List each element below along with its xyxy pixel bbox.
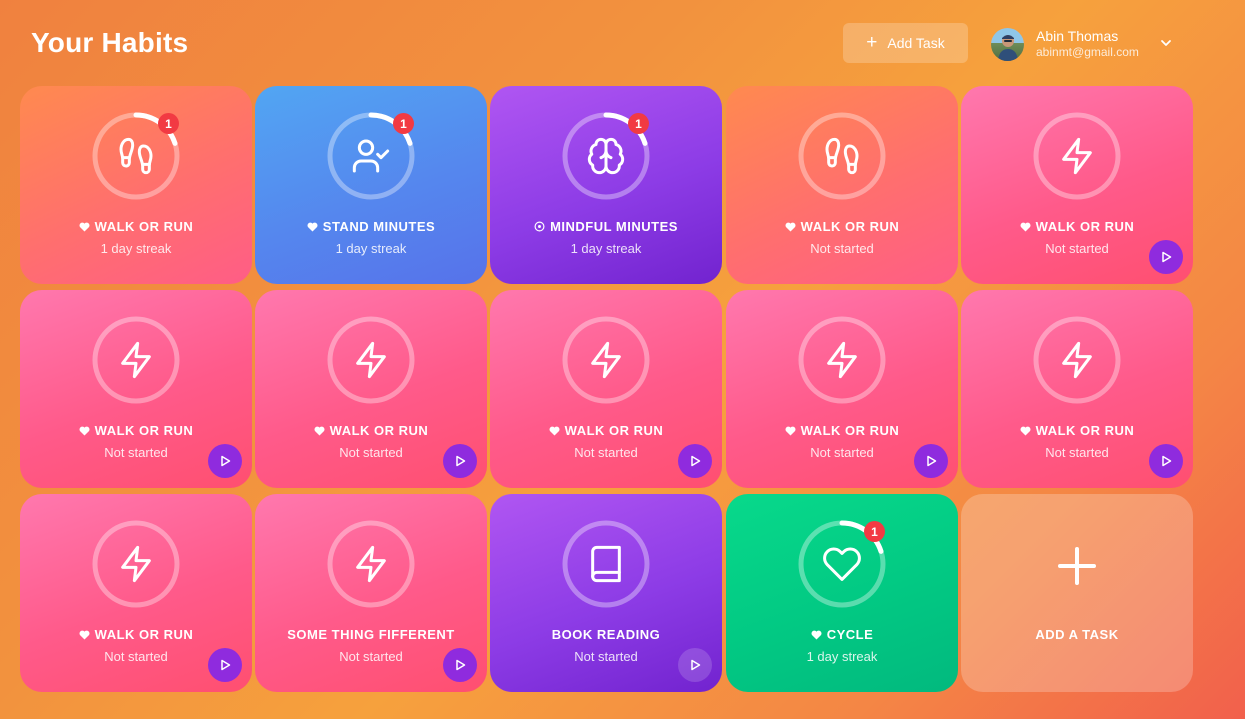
add-task-label: Add Task bbox=[887, 35, 945, 51]
play-button[interactable] bbox=[678, 444, 712, 478]
avatar bbox=[991, 27, 1024, 61]
heart-icon bbox=[79, 426, 90, 436]
user-email: abinmt@gmail.com bbox=[1036, 45, 1139, 59]
habit-card-walk-or-run[interactable]: WALK OR RUN Not started bbox=[20, 290, 252, 488]
habit-card-walk-or-run[interactable]: WALK OR RUN Not started bbox=[490, 290, 722, 488]
user-check-icon bbox=[352, 139, 390, 173]
user-name: Abin Thomas bbox=[1036, 28, 1119, 44]
plus-icon: + bbox=[866, 31, 878, 53]
play-icon bbox=[221, 455, 231, 467]
play-icon bbox=[1162, 455, 1172, 467]
habit-card-walk-or-run[interactable]: 1 WALK OR RUN 1 day streak bbox=[20, 86, 252, 284]
play-button[interactable] bbox=[208, 444, 242, 478]
habit-label: WALK OR RUN bbox=[94, 423, 194, 438]
play-button[interactable] bbox=[1149, 444, 1183, 478]
play-button[interactable] bbox=[443, 648, 477, 682]
footsteps-icon bbox=[825, 137, 859, 175]
play-button[interactable] bbox=[443, 444, 477, 478]
heart-icon bbox=[1020, 426, 1031, 436]
habit-label: BOOK READING bbox=[551, 627, 661, 642]
habit-card-walk-or-run[interactable]: WALK OR RUN Not started bbox=[255, 290, 487, 488]
habit-card-walk-or-run[interactable]: WALK OR RUN Not started bbox=[961, 86, 1193, 284]
page-title: Your Habits bbox=[31, 27, 189, 58]
streak-badge: 1 bbox=[158, 113, 179, 134]
user-menu[interactable]: Abin Thomas abinmt@gmail.com bbox=[991, 26, 1181, 62]
habit-card-walk-or-run[interactable]: WALK OR RUN Not started bbox=[20, 494, 252, 692]
habit-card-walk-or-run[interactable]: WALK OR RUN Not started bbox=[961, 290, 1193, 488]
habit-label: WALK OR RUN bbox=[1035, 219, 1135, 234]
add-a-task-label: ADD A TASK bbox=[1035, 627, 1119, 642]
heart-icon bbox=[811, 630, 822, 640]
habit-label: WALK OR RUN bbox=[564, 423, 664, 438]
heart-icon bbox=[79, 630, 90, 640]
target-icon bbox=[534, 221, 545, 232]
lightning-icon bbox=[121, 545, 151, 583]
habit-card-stand-minutes[interactable]: 1 STAND MINUTES 1 day streak bbox=[255, 86, 487, 284]
heart-icon bbox=[1020, 222, 1031, 232]
habit-label: SOME THING FIFFERENT bbox=[287, 627, 455, 642]
habit-card-book-reading[interactable]: BOOK READING Not started bbox=[490, 494, 722, 692]
lightning-icon bbox=[121, 341, 151, 379]
habit-label: WALK OR RUN bbox=[800, 423, 900, 438]
play-icon bbox=[927, 455, 937, 467]
play-icon bbox=[691, 659, 701, 671]
heart-icon bbox=[79, 222, 90, 232]
play-button[interactable] bbox=[208, 648, 242, 682]
lightning-icon bbox=[1062, 137, 1092, 175]
play-icon bbox=[456, 455, 466, 467]
heart-icon bbox=[785, 222, 796, 232]
streak-badge: 1 bbox=[393, 113, 414, 134]
footsteps-icon bbox=[119, 137, 153, 175]
heart-icon bbox=[307, 222, 318, 232]
lightning-icon bbox=[591, 341, 621, 379]
habit-label: MINDFUL MINUTES bbox=[550, 219, 678, 234]
habit-label: WALK OR RUN bbox=[800, 219, 900, 234]
habit-label: WALK OR RUN bbox=[1035, 423, 1135, 438]
chevron-down-icon[interactable] bbox=[1159, 36, 1173, 50]
heart-icon bbox=[549, 426, 560, 436]
lightning-icon bbox=[1062, 341, 1092, 379]
plus-icon bbox=[1058, 547, 1096, 585]
habit-card-walk-or-run[interactable]: WALK OR RUN Not started bbox=[726, 86, 958, 284]
play-icon bbox=[221, 659, 231, 671]
heart-outline-icon bbox=[823, 547, 861, 581]
habit-label: WALK OR RUN bbox=[94, 627, 194, 642]
play-button[interactable] bbox=[914, 444, 948, 478]
lightning-icon bbox=[356, 341, 386, 379]
habit-card-walk-or-run[interactable]: WALK OR RUN Not started bbox=[726, 290, 958, 488]
heart-icon bbox=[314, 426, 325, 436]
brain-icon bbox=[587, 137, 625, 175]
streak-badge: 1 bbox=[628, 113, 649, 134]
streak-badge: 1 bbox=[864, 521, 885, 542]
habit-status: 1 day streak bbox=[806, 649, 878, 664]
play-button[interactable] bbox=[1149, 240, 1183, 274]
habit-card-mindful-minutes[interactable]: 1 MINDFUL MINUTES 1 day streak bbox=[490, 86, 722, 284]
habit-label: CYCLE bbox=[826, 627, 874, 642]
habit-status: 1 day streak bbox=[570, 241, 642, 256]
add-task-button[interactable]: + Add Task bbox=[843, 23, 968, 63]
play-button[interactable] bbox=[678, 648, 712, 682]
habit-label: WALK OR RUN bbox=[94, 219, 194, 234]
heart-icon bbox=[785, 426, 796, 436]
habit-status: 1 day streak bbox=[335, 241, 407, 256]
lightning-icon bbox=[827, 341, 857, 379]
habit-card-some-thing-fifferent[interactable]: SOME THING FIFFERENT Not started bbox=[255, 494, 487, 692]
habit-card-cycle[interactable]: 1 CYCLE 1 day streak bbox=[726, 494, 958, 692]
habit-status: Not started bbox=[810, 241, 874, 256]
habit-label: WALK OR RUN bbox=[329, 423, 429, 438]
habit-label: STAND MINUTES bbox=[322, 219, 436, 234]
add-a-task-card[interactable]: ADD A TASK bbox=[961, 494, 1193, 692]
play-icon bbox=[691, 455, 701, 467]
book-icon bbox=[591, 545, 621, 583]
habit-status: 1 day streak bbox=[100, 241, 172, 256]
play-icon bbox=[456, 659, 466, 671]
play-icon bbox=[1162, 251, 1172, 263]
lightning-icon bbox=[356, 545, 386, 583]
